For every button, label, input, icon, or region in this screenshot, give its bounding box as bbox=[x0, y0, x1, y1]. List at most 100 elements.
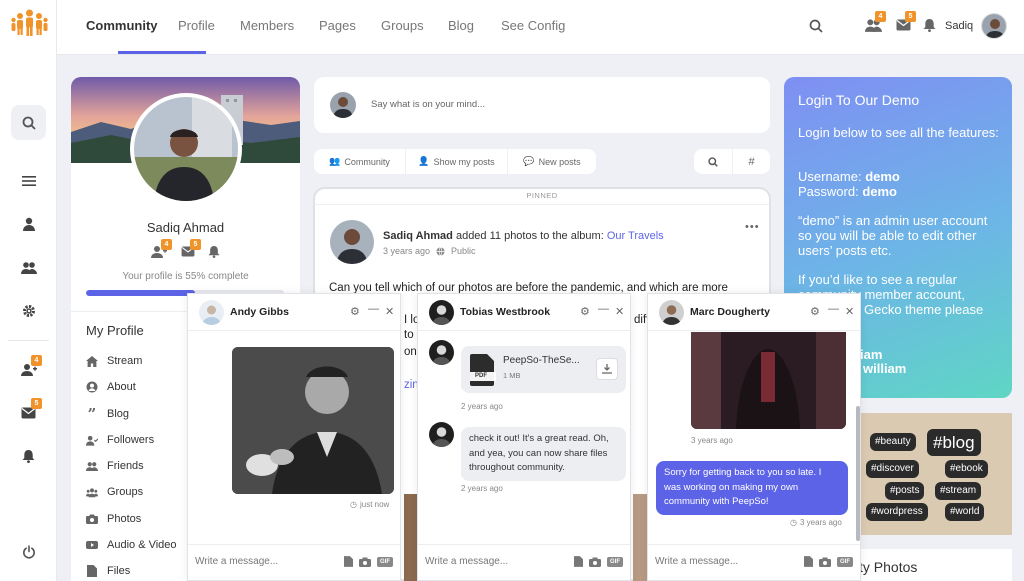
gif-icon[interactable]: GIF bbox=[837, 556, 853, 567]
composer-placeholder[interactable]: Say what is on your mind... bbox=[371, 99, 485, 110]
menu-followers[interactable]: Followers bbox=[86, 434, 154, 446]
file-icon[interactable] bbox=[344, 556, 353, 567]
chat-input-placeholder[interactable]: Write a message... bbox=[425, 556, 508, 567]
login-note: “demo” is an admin user account so you w… bbox=[798, 213, 988, 258]
tab-groups[interactable]: Groups bbox=[381, 18, 424, 33]
menu-blog[interactable]: ” Blog bbox=[86, 407, 129, 422]
messages-icon[interactable]: 5 bbox=[11, 395, 46, 430]
tag-discover[interactable]: #discover bbox=[866, 460, 919, 478]
chat-image[interactable] bbox=[691, 332, 846, 429]
top-user-name[interactable]: Sadiq bbox=[945, 20, 973, 32]
tag-stream[interactable]: #stream bbox=[935, 482, 982, 500]
tab-pages[interactable]: Pages bbox=[319, 18, 356, 33]
tag-world[interactable]: #world bbox=[945, 503, 985, 521]
tag-blog[interactable]: #blog bbox=[927, 429, 981, 456]
post-time[interactable]: 3 years ago bbox=[383, 246, 430, 256]
post-privacy[interactable]: Public bbox=[451, 246, 476, 256]
camera-icon[interactable] bbox=[819, 557, 831, 567]
profile-messages-icon[interactable]: 5 bbox=[181, 239, 201, 257]
chat-input[interactable]: Write a message... GIF bbox=[418, 544, 630, 580]
filter-search-button[interactable] bbox=[694, 149, 732, 174]
user-icon[interactable] bbox=[11, 206, 46, 241]
power-icon[interactable] bbox=[11, 534, 46, 569]
menu-icon[interactable] bbox=[11, 163, 46, 198]
top-friends-icon[interactable]: 4 bbox=[865, 11, 886, 33]
chat-name[interactable]: Marc Dougherty bbox=[690, 306, 770, 318]
tag-posts[interactable]: #posts bbox=[885, 482, 925, 500]
chat-header[interactable]: Tobias Westbrook ⚙ — ✕ bbox=[418, 294, 630, 331]
profile-name[interactable]: Sadiq Ahmad bbox=[71, 220, 300, 235]
chat-input[interactable]: Write a message... GIF bbox=[188, 544, 400, 580]
tag-wordpress[interactable]: #wordpress bbox=[866, 503, 928, 521]
file-icon[interactable] bbox=[804, 556, 813, 567]
chat-close-icon[interactable]: ✕ bbox=[615, 305, 624, 318]
gear-icon[interactable] bbox=[11, 293, 46, 328]
download-icon[interactable] bbox=[596, 358, 618, 380]
username-value: demo bbox=[865, 169, 900, 184]
filter-community[interactable]: 👥 Community bbox=[314, 149, 405, 174]
chat-minimize-icon[interactable]: — bbox=[828, 303, 839, 315]
chat-input[interactable]: Write a message... GIF bbox=[648, 544, 860, 580]
menu-audio-video[interactable]: Audio & Video bbox=[86, 539, 177, 551]
chat-name[interactable]: Andy Gibbs bbox=[230, 306, 289, 318]
file-name[interactable]: PeepSo-TheSe... bbox=[503, 355, 580, 366]
file-attachment[interactable]: PDF PeepSo-TheSe... 1 MB bbox=[461, 346, 626, 393]
tab-members[interactable]: Members bbox=[240, 18, 294, 33]
my-profile-heading: My Profile bbox=[86, 323, 144, 338]
app-logo-icon[interactable] bbox=[11, 8, 48, 38]
tab-community[interactable]: Community bbox=[86, 18, 158, 33]
menu-about[interactable]: About bbox=[86, 381, 136, 393]
camera-icon[interactable] bbox=[359, 557, 371, 567]
menu-files[interactable]: Files bbox=[86, 565, 130, 577]
tab-blog[interactable]: Blog bbox=[448, 18, 474, 33]
chat-minimize-icon[interactable]: — bbox=[368, 303, 379, 315]
top-search-icon[interactable] bbox=[809, 19, 823, 33]
chat-image[interactable] bbox=[232, 347, 394, 494]
chat-input-placeholder[interactable]: Write a message... bbox=[195, 556, 278, 567]
bell-icon[interactable] bbox=[11, 438, 46, 473]
filter-my-posts[interactable]: 👤 Show my posts bbox=[406, 149, 507, 174]
post-author-avatar[interactable] bbox=[330, 220, 374, 264]
chat-scrollbar[interactable] bbox=[856, 406, 860, 541]
post-album-link[interactable]: Our Travels bbox=[607, 230, 664, 242]
post-composer[interactable]: Say what is on your mind... bbox=[314, 77, 770, 133]
chat-settings-icon[interactable]: ⚙ bbox=[580, 305, 590, 318]
menu-friends[interactable]: Friends bbox=[86, 460, 144, 472]
profile-friends-icon[interactable]: 4 bbox=[151, 239, 172, 259]
chat-header[interactable]: Marc Dougherty ⚙ — ✕ bbox=[648, 294, 860, 331]
chat-settings-icon[interactable]: ⚙ bbox=[350, 305, 360, 318]
top-messages-icon[interactable]: 5 bbox=[896, 11, 916, 31]
menu-groups[interactable]: Groups bbox=[86, 486, 143, 498]
camera-icon[interactable] bbox=[589, 557, 601, 567]
search-icon[interactable] bbox=[11, 105, 46, 140]
tag-beauty[interactable]: #beauty bbox=[870, 433, 916, 451]
filter-new-posts[interactable]: 💬 New posts bbox=[508, 149, 596, 174]
friends-notification-icon[interactable]: 4 bbox=[11, 352, 46, 387]
chat-header[interactable]: Andy Gibbs ⚙ — ✕ bbox=[188, 294, 400, 331]
profile-bell-icon[interactable] bbox=[208, 245, 220, 258]
chat-name[interactable]: Tobias Westbrook bbox=[460, 306, 550, 318]
post-photo-edge[interactable] bbox=[404, 494, 418, 581]
post-photo-edge[interactable] bbox=[633, 494, 647, 581]
top-bell-icon[interactable] bbox=[923, 18, 936, 32]
chat-input-placeholder[interactable]: Write a message... bbox=[655, 556, 738, 567]
post-options-icon[interactable]: ••• bbox=[745, 221, 760, 233]
top-avatar[interactable] bbox=[981, 13, 1007, 39]
gif-icon[interactable]: GIF bbox=[377, 556, 393, 567]
chat-settings-icon[interactable]: ⚙ bbox=[810, 305, 820, 318]
chat-minimize-icon[interactable]: — bbox=[598, 303, 609, 315]
profile-avatar[interactable] bbox=[130, 93, 242, 205]
chat-message-time: 2 years ago bbox=[461, 484, 503, 493]
menu-photos[interactable]: Photos bbox=[86, 513, 141, 525]
tab-profile[interactable]: Profile bbox=[178, 18, 215, 33]
chat-close-icon[interactable]: ✕ bbox=[385, 305, 394, 318]
file-icon[interactable] bbox=[574, 556, 583, 567]
users-icon[interactable] bbox=[11, 250, 46, 285]
gif-icon[interactable]: GIF bbox=[607, 556, 623, 567]
menu-stream[interactable]: Stream bbox=[86, 355, 142, 367]
filter-hashtag-button[interactable]: # bbox=[733, 149, 770, 174]
post-author-name[interactable]: Sadiq Ahmad bbox=[383, 230, 453, 242]
tag-ebook[interactable]: #ebook bbox=[945, 460, 988, 478]
tab-see-config[interactable]: See Config bbox=[501, 18, 565, 33]
chat-close-icon[interactable]: ✕ bbox=[845, 305, 854, 318]
